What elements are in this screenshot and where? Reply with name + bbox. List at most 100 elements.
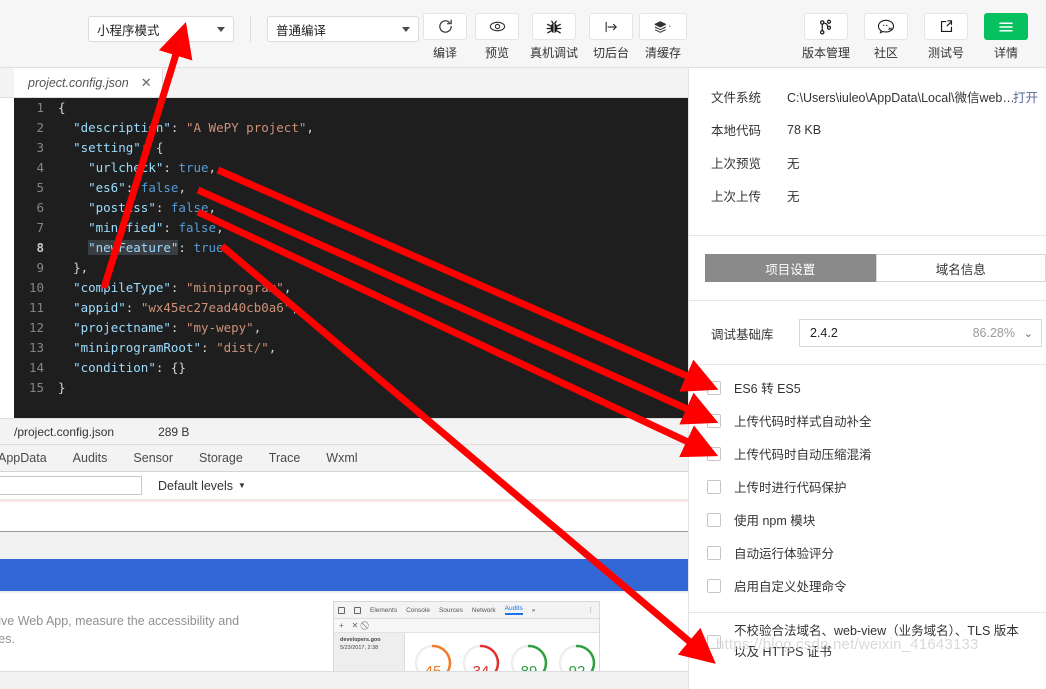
clear-cache-button[interactable]: 清缓存 bbox=[637, 13, 689, 61]
info-row-label: 上次上传 bbox=[711, 190, 762, 204]
code-text: "setting": { bbox=[73, 140, 164, 155]
tab-project-settings[interactable]: 项目设置 bbox=[705, 254, 876, 282]
settings-checkbox-row[interactable]: 上传代码时样式自动补全 bbox=[689, 404, 1046, 437]
open-folder-link[interactable]: 打开 bbox=[1013, 87, 1046, 106]
line-number: 13 bbox=[28, 340, 44, 355]
window-bottom-strip bbox=[0, 671, 688, 689]
info-row: 本地代码 78 KB bbox=[689, 113, 1046, 146]
devtools-tab-sources: Sources bbox=[438, 606, 463, 614]
checkbox-box[interactable] bbox=[707, 446, 721, 461]
line-number: 15 bbox=[28, 380, 44, 395]
code-editor[interactable]: 1{2 "description": "A WePY project", 3 "s… bbox=[14, 98, 688, 418]
chevron-down-icon bbox=[217, 27, 225, 32]
chevron-down-icon: ⌄ bbox=[1023, 327, 1033, 340]
community-button[interactable]: 社区 bbox=[856, 13, 916, 61]
line-number: 3 bbox=[36, 140, 44, 155]
mode-select[interactable]: 小程序模式 bbox=[88, 16, 234, 42]
log-level-label: Default levels bbox=[158, 478, 234, 493]
panel-tab-trace[interactable]: Trace bbox=[269, 451, 301, 465]
info-row-value: 无 bbox=[787, 157, 800, 171]
log-level-select[interactable]: Default levels ▼ bbox=[158, 479, 246, 493]
editor-tab-project-config[interactable]: project.config.json ✕ bbox=[14, 68, 163, 97]
details-button[interactable]: 详情 bbox=[976, 13, 1036, 61]
devtools-thumb-tabbar: Elements Console Sources Network Audits … bbox=[334, 602, 599, 619]
preview-button[interactable]: 预览 bbox=[471, 13, 523, 61]
tab-domain-info[interactable]: 域名信息 bbox=[875, 254, 1046, 282]
version-control-icon bbox=[804, 13, 848, 40]
editor-tab-label: project.config.json bbox=[28, 75, 129, 90]
line-number: 14 bbox=[28, 360, 44, 375]
real-device-debug-button[interactable]: 真机调试 bbox=[523, 13, 585, 61]
checkbox-box[interactable] bbox=[707, 413, 721, 428]
code-text: "minified": false, bbox=[88, 220, 224, 235]
tab-domain-info-label: 域名信息 bbox=[935, 262, 986, 277]
filter-input[interactable] bbox=[0, 476, 142, 495]
panel-tab-storage[interactable]: Storage bbox=[199, 451, 243, 465]
devtools-tab-console: Console bbox=[406, 606, 430, 614]
code-text: } bbox=[58, 380, 66, 395]
compile-button[interactable]: 编译 bbox=[419, 13, 471, 61]
settings-checkbox-row[interactable]: 自动运行体验评分 bbox=[689, 536, 1046, 569]
settings-checkbox-list: ES6 转 ES5 上传代码时样式自动补全 上传代码时自动压缩混淆 上传时进行代码保护… bbox=[689, 365, 1046, 602]
line-number: 11 bbox=[28, 300, 44, 315]
panel-tab-appdata[interactable]: AppData bbox=[0, 451, 47, 465]
external-link-icon bbox=[924, 13, 968, 40]
info-row: 上次上传 无 bbox=[689, 179, 1046, 212]
settings-checkbox-row[interactable]: ES6 转 ES5 bbox=[689, 371, 1046, 404]
version-control-label: 版本管理 bbox=[801, 46, 850, 60]
switch-background-icon bbox=[589, 13, 633, 40]
info-row-value: 无 bbox=[787, 190, 800, 204]
detail-tabs: 项目设置 域名信息 bbox=[689, 236, 1046, 282]
close-icon[interactable]: ✕ bbox=[141, 75, 152, 91]
devtools-menu-icon: ⋮ bbox=[587, 607, 595, 614]
panel-tab-audits[interactable]: Audits bbox=[73, 451, 108, 465]
switch-background-label: 切后台 bbox=[592, 46, 629, 60]
checkbox-box[interactable] bbox=[707, 512, 721, 527]
details-label: 详情 bbox=[993, 46, 1018, 60]
statusbar-size: 289 B bbox=[158, 424, 190, 439]
settings-checkbox-row[interactable]: 上传代码时自动压缩混淆 bbox=[689, 437, 1046, 470]
audit-entry-title: developers.goo bbox=[340, 637, 381, 643]
settings-checkbox-row[interactable]: 使用 npm 模块 bbox=[689, 503, 1046, 536]
editor-tabbar: project.config.json ✕ bbox=[0, 68, 688, 98]
test-account-label: 测试号 bbox=[927, 46, 964, 60]
debug-base-library-percent: 86.28% bbox=[972, 326, 1015, 340]
info-row-label: 文件系统 bbox=[711, 91, 762, 105]
code-text: "compileType": "miniprogram", bbox=[73, 280, 292, 295]
eye-icon bbox=[475, 13, 519, 40]
panel-tabbar: AppData Audits Sensor Storage Trace Wxml bbox=[0, 445, 688, 472]
settings-checkbox-row[interactable]: 启用自定义处理命令 bbox=[689, 569, 1046, 602]
compile-select[interactable]: 普通编译 bbox=[267, 16, 419, 42]
code-text: }, bbox=[73, 260, 89, 275]
code-line: 6 "postcss": false, bbox=[14, 198, 688, 218]
code-line: 14 "condition": {} bbox=[14, 358, 688, 378]
checkbox-label: 使用 npm 模块 bbox=[734, 514, 816, 528]
checkbox-box[interactable] bbox=[707, 578, 721, 593]
settings-checkbox-row[interactable]: 上传时进行代码保护 bbox=[689, 470, 1046, 503]
panel-tab-sensor[interactable]: Sensor bbox=[133, 451, 173, 465]
line-number: 4 bbox=[36, 160, 44, 175]
info-row: 文件系统 C:\Users\iuleo\AppData\Local\微信web… 打… bbox=[689, 80, 1046, 113]
toolbar-right-group: 版本管理 社区 测试号 详情 bbox=[796, 0, 1046, 61]
info-row-value: C:\Users\iuleo\AppData\Local\微信web… bbox=[787, 91, 1013, 105]
debug-base-library-select[interactable]: 2.4.2 86.28% ⌄ bbox=[799, 319, 1042, 347]
device-toolbar-icon bbox=[354, 606, 361, 614]
code-line: 11 "appid": "wx45ec27ead40cb0a6", bbox=[14, 298, 688, 318]
panel-tab-wxml[interactable]: Wxml bbox=[326, 451, 357, 465]
version-control-button[interactable]: 版本管理 bbox=[796, 13, 856, 61]
compile-button-label: 编译 bbox=[432, 46, 457, 60]
devtools-tab-elements: Elements bbox=[370, 606, 398, 614]
code-text: "miniprogramRoot": "dist/", bbox=[73, 340, 277, 355]
refresh-icon bbox=[423, 13, 467, 40]
devtools-thumb-subbar: + ✕ ⃠ bbox=[334, 619, 599, 633]
add-icon: + bbox=[339, 621, 344, 630]
community-icon bbox=[864, 13, 908, 40]
audits-description: sive Web App, measure the accessibility … bbox=[0, 614, 240, 646]
code-text: "urlcheck": true, bbox=[88, 160, 217, 175]
checkbox-box[interactable] bbox=[707, 545, 721, 560]
info-row: 上次预览 无 bbox=[689, 146, 1046, 179]
checkbox-box[interactable] bbox=[707, 380, 721, 395]
switch-background-button[interactable]: 切后台 bbox=[585, 13, 637, 61]
test-account-button[interactable]: 测试号 bbox=[916, 13, 976, 61]
checkbox-box[interactable] bbox=[707, 479, 721, 494]
